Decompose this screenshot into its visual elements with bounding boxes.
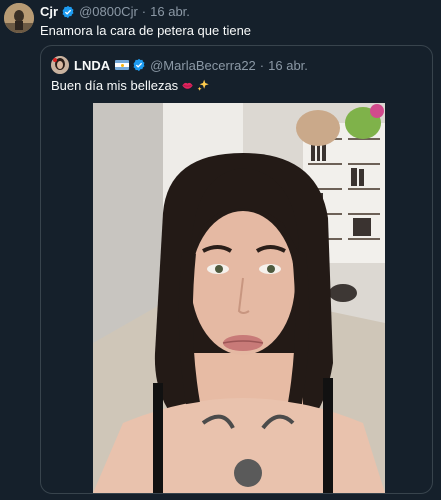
quoted-date[interactable]: 16 abr. <box>268 58 308 73</box>
verified-badge-icon <box>132 58 146 72</box>
quoted-author-avatar[interactable] <box>51 56 69 74</box>
separator: · <box>141 4 147 19</box>
quoted-tweet[interactable]: LNDA @MarlaBecerra22 · 16 abr. Buen día … <box>40 45 433 494</box>
author-avatar[interactable] <box>4 3 34 33</box>
argentina-flag-icon <box>115 60 130 70</box>
quoted-header: LNDA @MarlaBecerra22 · 16 abr. <box>51 56 308 74</box>
tweet-header: Cjr @0800Cjr · 16 abr. <box>40 4 190 19</box>
kiss-lips-emoji-icon <box>181 79 194 92</box>
quoted-text-line: Buen día mis bellezas <box>51 78 210 93</box>
author-handle[interactable]: @0800Cjr <box>79 4 138 19</box>
quoted-author-name[interactable]: LNDA <box>74 58 110 73</box>
separator: · <box>259 57 265 73</box>
author-name[interactable]: Cjr <box>40 4 58 19</box>
quoted-author-handle[interactable]: @MarlaBecerra22 <box>150 58 256 73</box>
quoted-text: Buen día mis bellezas <box>51 78 179 93</box>
tweet-text: Enamora la cara de petera que tiene <box>40 23 252 38</box>
sparkles-emoji-icon <box>197 79 210 92</box>
selfie-photo <box>93 103 385 493</box>
tweet[interactable]: Cjr @0800Cjr · 16 abr. Enamora la cara d… <box>0 0 441 500</box>
quoted-photo[interactable] <box>93 103 385 493</box>
tweet-date[interactable]: 16 abr. <box>150 4 190 19</box>
verified-badge-icon <box>61 5 75 19</box>
